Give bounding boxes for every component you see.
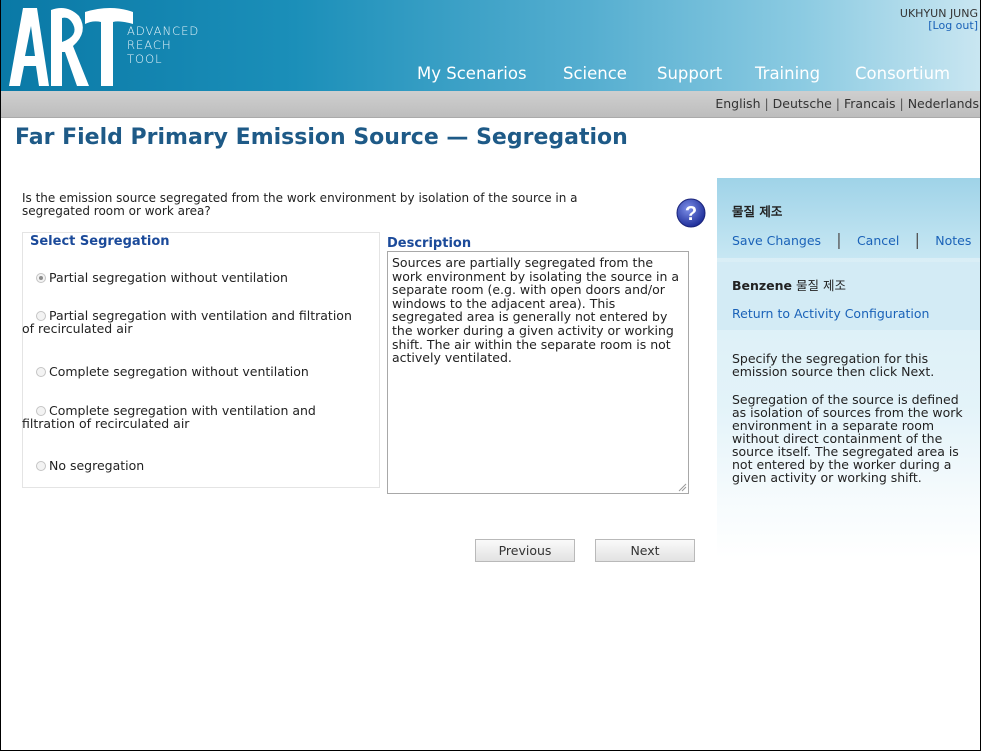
nav-science[interactable]: Science [563, 64, 627, 83]
radio-button[interactable] [36, 367, 46, 377]
logout-link[interactable]: [Log out] [900, 20, 978, 32]
segregation-question: Is the emission source segregated from t… [22, 191, 578, 218]
sidebar-help-box: Specify the segregation for this emissio… [717, 334, 980, 558]
page-title: Far Field Primary Emission Source — Segr… [15, 125, 628, 150]
separator: | [826, 230, 852, 249]
option-label: Partial segregation without ventilation [49, 270, 288, 285]
separator: | [899, 96, 908, 111]
notes-link[interactable]: Notes [935, 233, 971, 248]
sidebar-activity-box: Benzene 물질 제조 Return to Activity Configu… [717, 262, 980, 330]
option-label: Partial segregation with ventilation and… [22, 308, 352, 336]
page: ADVANCED REACH TOOL UKHYUN JUNG [Log out… [0, 0, 981, 751]
radio-button[interactable] [36, 461, 46, 471]
description-label: Description [387, 236, 472, 251]
cancel-link[interactable]: Cancel [857, 233, 899, 248]
option-label: No segregation [49, 458, 145, 473]
help-icon[interactable]: ? [676, 198, 706, 228]
activity-title: Benzene 물질 제조 [732, 262, 980, 294]
language-bar: English | Deutsche | Francais | Nederlan… [1, 91, 980, 118]
previous-button[interactable]: Previous [475, 539, 575, 562]
option-complete-no-vent[interactable]: Complete segregation without ventilation [36, 365, 356, 378]
separator: | [904, 230, 931, 249]
logo-sub-line: REACH [127, 38, 172, 52]
scenario-title: 물질 제조 [732, 204, 783, 219]
option-label: Complete segregation with ventilation an… [22, 403, 316, 431]
separator: | [764, 96, 773, 111]
lang-english[interactable]: English [715, 96, 760, 111]
nav-training[interactable]: Training [755, 64, 820, 83]
description-textarea[interactable]: Sources are partially segregated from th… [387, 251, 689, 494]
nav-support[interactable]: Support [657, 64, 722, 83]
option-label: Complete segregation without ventilation [49, 364, 309, 379]
option-partial-no-vent[interactable]: Partial segregation without ventilation [36, 271, 356, 284]
help-text-definition: Segregation of the source is defined as … [732, 392, 963, 485]
option-no-segregation[interactable]: No segregation [36, 459, 356, 472]
help-text-instruction: Specify the segregation for this emissio… [732, 351, 935, 379]
nav-consortium[interactable]: Consortium [855, 64, 950, 83]
separator: | [835, 96, 844, 111]
svg-text:?: ? [685, 203, 697, 225]
save-changes-link[interactable]: Save Changes [732, 233, 821, 248]
lang-nederlands[interactable]: Nederlands [908, 96, 979, 111]
logo-sub-line: ADVANCED [127, 24, 200, 38]
nav-my-scenarios[interactable]: My Scenarios [417, 64, 527, 83]
user-info: UKHYUN JUNG [Log out] [900, 8, 978, 32]
scenario-actions: Save Changes | Cancel | Notes [732, 230, 980, 249]
resize-grip-icon[interactable] [677, 482, 687, 492]
description-text: Sources are partially segregated from th… [392, 255, 680, 366]
select-segregation-label: Select Segregation [30, 234, 170, 249]
radio-button[interactable] [36, 273, 46, 283]
sidebar: 물질 제조 Save Changes | Cancel | Notes Benz… [717, 178, 980, 558]
return-to-activity-link[interactable]: Return to Activity Configuration [732, 306, 980, 321]
option-partial-with-vent[interactable]: Partial segregation with ventilation and… [22, 309, 367, 335]
logo-subtitle: ADVANCED REACH TOOL [127, 24, 199, 66]
header: ADVANCED REACH TOOL UKHYUN JUNG [Log out… [1, 0, 980, 91]
activity-substance: Benzene [732, 278, 793, 293]
option-complete-with-vent[interactable]: Complete segregation with ventilation an… [22, 404, 342, 430]
next-button[interactable]: Next [595, 539, 695, 562]
radio-button[interactable] [36, 406, 46, 416]
main-nav: My Scenarios Science Support Training Co… [1, 64, 980, 84]
language-links: English | Deutsche | Francais | Nederlan… [715, 96, 979, 111]
activity-name: 물질 제조 [792, 278, 846, 293]
lang-deutsche[interactable]: Deutsche [773, 96, 832, 111]
lang-francais[interactable]: Francais [844, 96, 896, 111]
sidebar-scenario-box: 물질 제조 Save Changes | Cancel | Notes [717, 178, 980, 258]
radio-button[interactable] [36, 311, 46, 321]
